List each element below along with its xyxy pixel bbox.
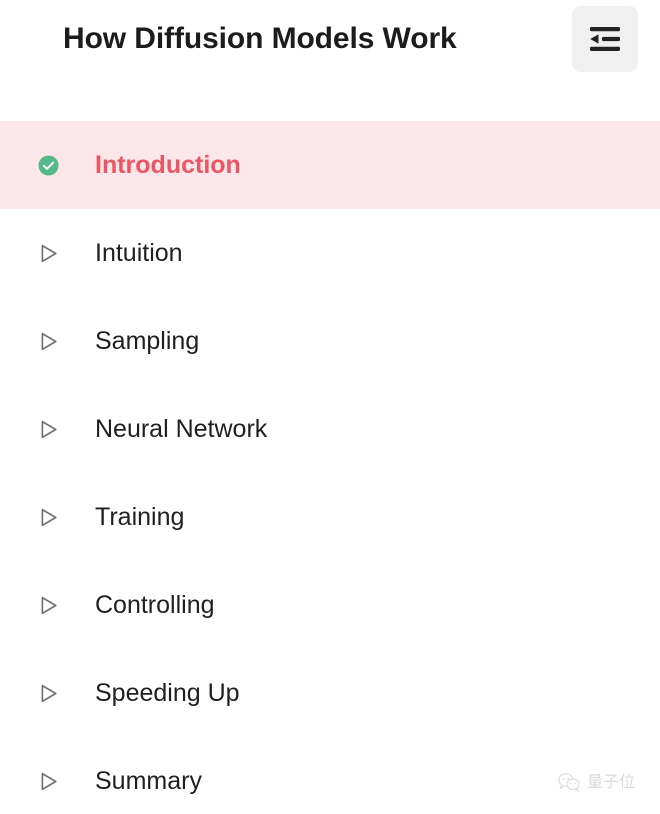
page-title: How Diffusion Models Work (63, 22, 457, 55)
chapter-label: Sampling (95, 327, 200, 355)
chapter-row-controlling[interactable]: Controlling (0, 561, 660, 649)
chapter-label: Introduction (95, 151, 241, 179)
chapter-row-sampling[interactable]: Sampling (0, 297, 660, 385)
collapse-sidebar-icon (587, 24, 623, 54)
chapter-row-intuition[interactable]: Intuition (0, 209, 660, 297)
chapter-list: Introduction Intuition Sampling Neural N… (0, 121, 660, 814)
header-bar: How Diffusion Models Work (0, 0, 660, 121)
chapter-label: Intuition (95, 239, 183, 267)
play-triangle-icon (36, 329, 60, 353)
chapter-navigation-screen: How Diffusion Models Work Introduction I… (0, 0, 660, 814)
play-triangle-icon (36, 417, 60, 441)
chapter-label: Speeding Up (95, 679, 240, 707)
play-triangle-icon (36, 769, 60, 793)
play-triangle-icon (36, 505, 60, 529)
chapter-row-summary[interactable]: Summary (0, 737, 660, 814)
chapter-row-neural-network[interactable]: Neural Network (0, 385, 660, 473)
play-triangle-icon (36, 593, 60, 617)
chapter-label: Neural Network (95, 415, 268, 443)
chapter-row-training[interactable]: Training (0, 473, 660, 561)
collapse-sidebar-button[interactable] (572, 6, 638, 72)
play-triangle-icon (36, 681, 60, 705)
chapter-row-introduction[interactable]: Introduction (0, 121, 660, 209)
play-triangle-icon (36, 241, 60, 265)
chapter-label: Training (95, 503, 185, 531)
chapter-row-speeding-up[interactable]: Speeding Up (0, 649, 660, 737)
chapter-label: Summary (95, 767, 202, 795)
chapter-label: Controlling (95, 591, 215, 619)
check-circle-icon (36, 153, 60, 177)
